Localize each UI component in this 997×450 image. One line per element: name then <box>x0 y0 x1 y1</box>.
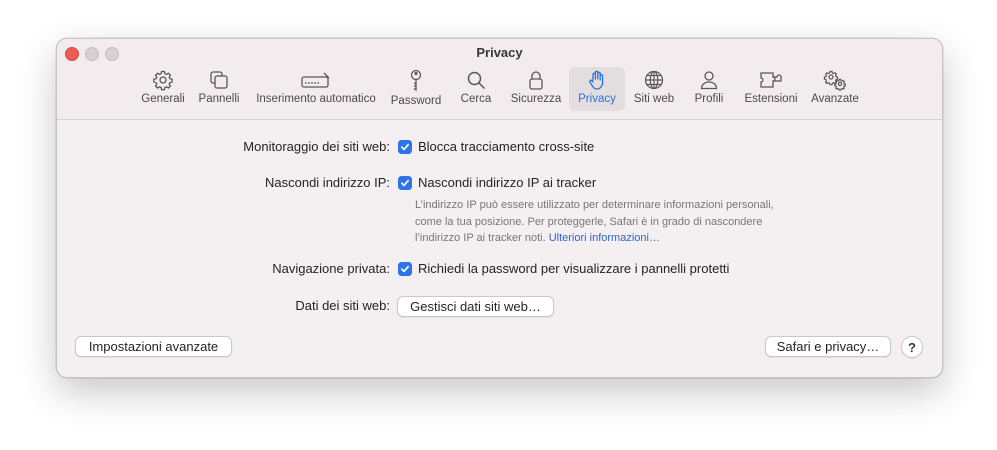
checkmark-icon <box>400 143 410 151</box>
tab-sicurezza[interactable]: Sicurezza <box>507 67 565 111</box>
manage-site-data-button[interactable]: Gestisci dati siti web… <box>397 296 554 317</box>
private-nav-checkbox[interactable] <box>398 262 412 276</box>
autofill-icon <box>301 72 330 88</box>
tab-label: Privacy <box>578 93 616 105</box>
tab-label: Generali <box>141 93 185 105</box>
block-tracking-checkbox[interactable] <box>398 140 412 154</box>
tab-label: Cerca <box>460 93 492 105</box>
checkmark-icon <box>400 179 410 187</box>
hand-icon <box>589 70 604 90</box>
hide-ip-label: Nascondi indirizzo IP: <box>265 175 390 190</box>
tab-label: Avanzate <box>811 93 859 105</box>
lock-icon <box>529 71 543 90</box>
tab-label: Siti web <box>633 93 675 105</box>
safari-privacy-button[interactable]: Safari e privacy… <box>765 336 891 357</box>
hide-ip-checkbox[interactable] <box>398 176 412 190</box>
tracking-label: Monitoraggio dei siti web: <box>243 139 390 154</box>
tab-password[interactable]: Password <box>387 67 445 111</box>
tab-inserimento-automatico[interactable]: Inserimento automatico <box>251 67 381 111</box>
private-nav-checkbox-label[interactable]: Richiedi la password per visualizzare i … <box>418 261 729 276</box>
magnifier-icon <box>467 71 486 90</box>
learn-more-link[interactable]: Ulteriori informazioni… <box>549 232 660 244</box>
window-title: Privacy <box>476 45 523 60</box>
tabs-icon <box>210 71 228 89</box>
person-icon <box>700 71 718 90</box>
tab-estensioni[interactable]: Estensioni <box>741 67 801 111</box>
tab-label: Pannelli <box>198 93 240 105</box>
tab-profili[interactable]: Profili <box>689 67 729 111</box>
toolbar: Privacy Generali Pannelli Inserimento au… <box>57 39 942 120</box>
checkmark-icon <box>400 265 410 273</box>
site-data-label: Dati dei siti web: <box>295 298 390 313</box>
tab-label: Inserimento automatico <box>256 93 376 105</box>
gears-icon <box>823 70 846 91</box>
hide-ip-checkbox-label[interactable]: Nascondi indirizzo IP ai tracker <box>418 175 596 190</box>
tab-label: Password <box>390 95 442 107</box>
gear-icon <box>153 70 173 91</box>
tab-label: Estensioni <box>744 93 798 105</box>
tab-label: Profili <box>694 93 724 105</box>
hide-ip-description: L’indirizzo IP può essere utilizzato per… <box>415 197 785 247</box>
advanced-settings-button[interactable]: Impostazioni avanzate <box>75 336 232 357</box>
key-icon <box>410 69 422 92</box>
tab-siti-web[interactable]: Siti web <box>629 67 679 111</box>
puzzle-icon <box>760 72 782 88</box>
tab-privacy[interactable]: Privacy <box>569 67 625 111</box>
tab-generali[interactable]: Generali <box>137 67 189 111</box>
tab-label: Sicurezza <box>510 93 562 105</box>
tab-pannelli[interactable]: Pannelli <box>195 67 243 111</box>
help-button[interactable]: ? <box>901 336 923 358</box>
tab-avanzate[interactable]: Avanzate <box>807 67 863 111</box>
block-tracking-label[interactable]: Blocca tracciamento cross-site <box>418 139 594 154</box>
settings-window: Privacy Generali Pannelli Inserimento au… <box>56 38 943 378</box>
tab-cerca[interactable]: Cerca <box>453 67 499 111</box>
globe-icon <box>644 70 664 90</box>
private-nav-label: Navigazione privata: <box>272 261 390 276</box>
